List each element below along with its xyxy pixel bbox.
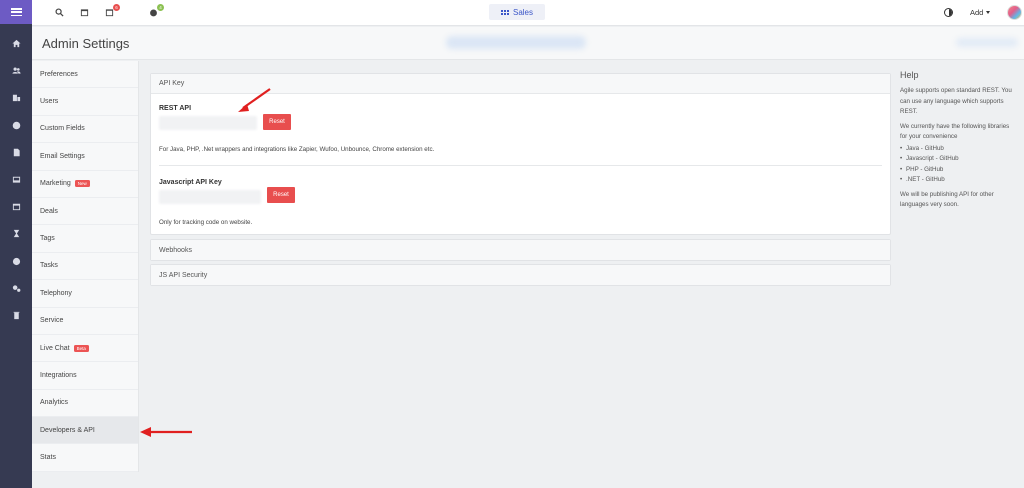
trash-icon[interactable] [0, 302, 32, 329]
settings-nav-item[interactable]: Live Chat Beta [32, 335, 138, 363]
settings-nav-item[interactable]: Service [32, 308, 138, 335]
settings-nav-item-label: Custom Fields [40, 125, 85, 133]
settings-nav-item[interactable]: Custom Fields [32, 116, 138, 144]
settings-nav-item-label: Service [40, 317, 64, 325]
settings-nav-item-label: Marketing [40, 180, 71, 188]
settings-nav-item[interactable]: Email Settings [32, 143, 138, 171]
help-intro: Agile supports open standard REST. You c… [900, 87, 1012, 115]
settings-nav-item-label: Developers & API [40, 426, 95, 434]
redacted-region [956, 38, 1018, 47]
settings-nav-item[interactable]: Tags [32, 225, 138, 253]
settings-nav-item[interactable]: Telephony [32, 280, 138, 308]
settings-nav-item[interactable]: Marketing New [32, 171, 138, 198]
page-title: Admin Settings [42, 36, 130, 51]
settings-nav-item-label: Telephony [40, 289, 72, 297]
top-bar: 6 4 Sales Add [32, 0, 1024, 26]
calendar-icon[interactable] [79, 7, 90, 18]
settings-nav-item[interactable]: Stats [32, 444, 138, 472]
webhooks-panel[interactable]: Webhooks [150, 239, 891, 261]
settings-nav-item[interactable]: Users [32, 88, 138, 116]
settings-nav-item[interactable]: Integrations [32, 362, 138, 390]
settings-nav-item-label: Tags [40, 235, 55, 243]
rest-api-key-field[interactable] [159, 116, 257, 130]
rest-api-label: REST API [159, 105, 192, 112]
rest-api-description: For Java, PHP, .Net wrappers and integra… [159, 146, 435, 153]
help-libraries-intro: We currently have the following librarie… [900, 122, 1010, 141]
sales-module-button[interactable]: Sales [489, 4, 545, 20]
menu-toggle-button[interactable] [0, 0, 32, 24]
javascript-api-key-field[interactable] [159, 190, 261, 204]
js-api-security-panel-title[interactable]: JS API Security [151, 265, 890, 285]
apps-grid-icon [500, 9, 509, 15]
settings-nav-item[interactable]: Tasks [32, 253, 138, 281]
redacted-region [446, 36, 586, 49]
settings-nav: Preferences Users Custom Fields Email Setti… [32, 61, 139, 472]
hamburger-icon [10, 8, 22, 16]
deals-icon[interactable] [0, 112, 32, 139]
page-header: Admin Settings [32, 27, 1024, 60]
settings-nav-item-label: Stats [40, 454, 56, 462]
inbox-icon[interactable] [0, 166, 32, 193]
settings-nav-item-label: Preferences [40, 70, 78, 78]
library-link-java[interactable]: Java - GitHub [900, 144, 1018, 155]
settings-nav-item[interactable]: Deals [32, 198, 138, 226]
companies-icon[interactable] [0, 84, 32, 111]
add-label: Add [970, 8, 984, 17]
chevron-down-icon [986, 11, 991, 14]
app-sidebar-rail [0, 0, 32, 488]
contacts-icon[interactable] [0, 57, 32, 84]
help-library-list: Java - GitHub Javascript - GitHub PHP - … [900, 144, 1018, 186]
campaigns-icon[interactable] [0, 220, 32, 247]
notification-badge: 4 [157, 4, 164, 11]
settings-icon[interactable] [0, 275, 32, 302]
calendar-icon[interactable] [0, 193, 32, 220]
annotation-arrow [140, 427, 192, 437]
webhooks-panel-title[interactable]: Webhooks [151, 240, 890, 260]
settings-nav-item-label: Live Chat [40, 344, 70, 352]
settings-nav-item-label: Integrations [40, 371, 77, 379]
tasks-icon[interactable]: 6 [104, 4, 120, 18]
javascript-api-reset-button[interactable]: Reset [267, 187, 295, 203]
settings-nav-item-label: Deals [40, 207, 58, 215]
home-icon[interactable] [0, 30, 32, 57]
javascript-api-key-label: Javascript API Key [159, 179, 222, 186]
settings-nav-item[interactable]: Preferences [32, 61, 138, 89]
settings-nav-item-label: Email Settings [40, 152, 85, 160]
theme-toggle-icon[interactable] [944, 8, 953, 17]
notifications-icon[interactable]: 4 [148, 4, 164, 18]
js-api-security-panel[interactable]: JS API Security [150, 264, 891, 286]
nav-tag-badge: New [74, 180, 90, 188]
documents-icon[interactable] [0, 139, 32, 166]
nav-tag-badge: Beta [73, 344, 89, 352]
library-link-dotnet[interactable]: .NET - GitHub [900, 175, 1018, 186]
notification-badge: 6 [113, 4, 120, 11]
rest-api-reset-button[interactable]: Reset [263, 114, 291, 130]
library-link-php[interactable]: PHP - GitHub [900, 165, 1018, 176]
section-divider [159, 165, 882, 166]
avatar[interactable] [1007, 5, 1022, 20]
settings-nav-item[interactable]: Developers & API [32, 417, 138, 445]
add-dropdown-button[interactable]: Add [970, 8, 991, 17]
help-footer: We will be publishing API for other lang… [900, 190, 994, 209]
search-icon[interactable] [54, 7, 65, 18]
settings-nav-item-label: Users [40, 98, 59, 106]
settings-nav-item-label: Analytics [40, 399, 69, 407]
help-panel: Help Agile supports open standard REST. … [900, 70, 1018, 215]
library-link-javascript[interactable]: Javascript - GitHub [900, 154, 1018, 165]
reports-icon[interactable] [0, 248, 32, 275]
sales-label: Sales [512, 7, 533, 17]
annotation-arrow [238, 88, 271, 112]
settings-nav-item[interactable]: Analytics [32, 390, 138, 418]
settings-nav-item-label: Tasks [40, 262, 58, 270]
javascript-api-description: Only for tracking code on website. [159, 219, 253, 226]
help-title: Help [900, 70, 919, 80]
